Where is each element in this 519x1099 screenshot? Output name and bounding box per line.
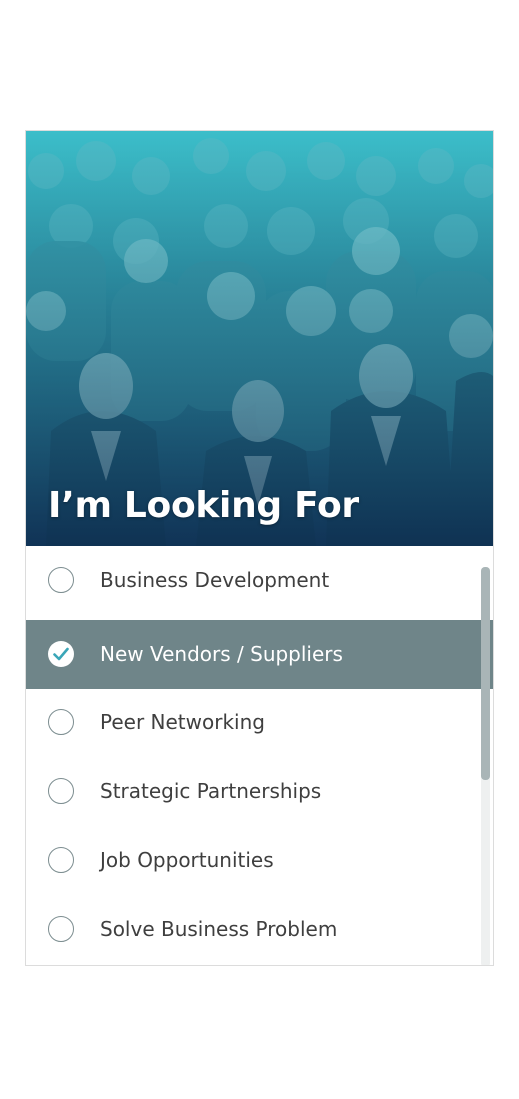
- crowd-photo: [26, 131, 493, 546]
- scrollbar-thumb[interactable]: [481, 567, 490, 780]
- option-new-vendors-suppliers[interactable]: New Vendors / Suppliers: [26, 620, 493, 689]
- option-label: Job Opportunities: [100, 848, 274, 872]
- radio-empty-icon[interactable]: [48, 778, 74, 804]
- option-business-development[interactable]: Business Development: [26, 546, 493, 615]
- option-label: Business Development: [100, 568, 330, 592]
- looking-for-card: I’m Looking For Business Development New…: [25, 130, 494, 966]
- option-job-opportunities[interactable]: Job Opportunities: [26, 826, 493, 895]
- radio-empty-icon[interactable]: [48, 567, 74, 593]
- option-label: New Vendors / Suppliers: [100, 642, 343, 666]
- options-list: Business Development New Vendors / Suppl…: [26, 546, 493, 965]
- hero-image: I’m Looking For: [26, 131, 493, 546]
- radio-empty-icon[interactable]: [48, 709, 74, 735]
- checkmark-icon[interactable]: [48, 641, 74, 667]
- option-label: Peer Networking: [100, 710, 265, 734]
- page-title: I’m Looking For: [48, 485, 359, 526]
- option-strategic-partnerships[interactable]: Strategic Partnerships: [26, 757, 493, 826]
- option-label: Strategic Partnerships: [100, 779, 322, 803]
- radio-empty-icon[interactable]: [48, 916, 74, 942]
- option-label: Solve Business Problem: [100, 917, 338, 941]
- option-solve-business-problem[interactable]: Solve Business Problem: [26, 895, 493, 964]
- option-peer-networking[interactable]: Peer Networking: [26, 688, 493, 757]
- radio-empty-icon[interactable]: [48, 847, 74, 873]
